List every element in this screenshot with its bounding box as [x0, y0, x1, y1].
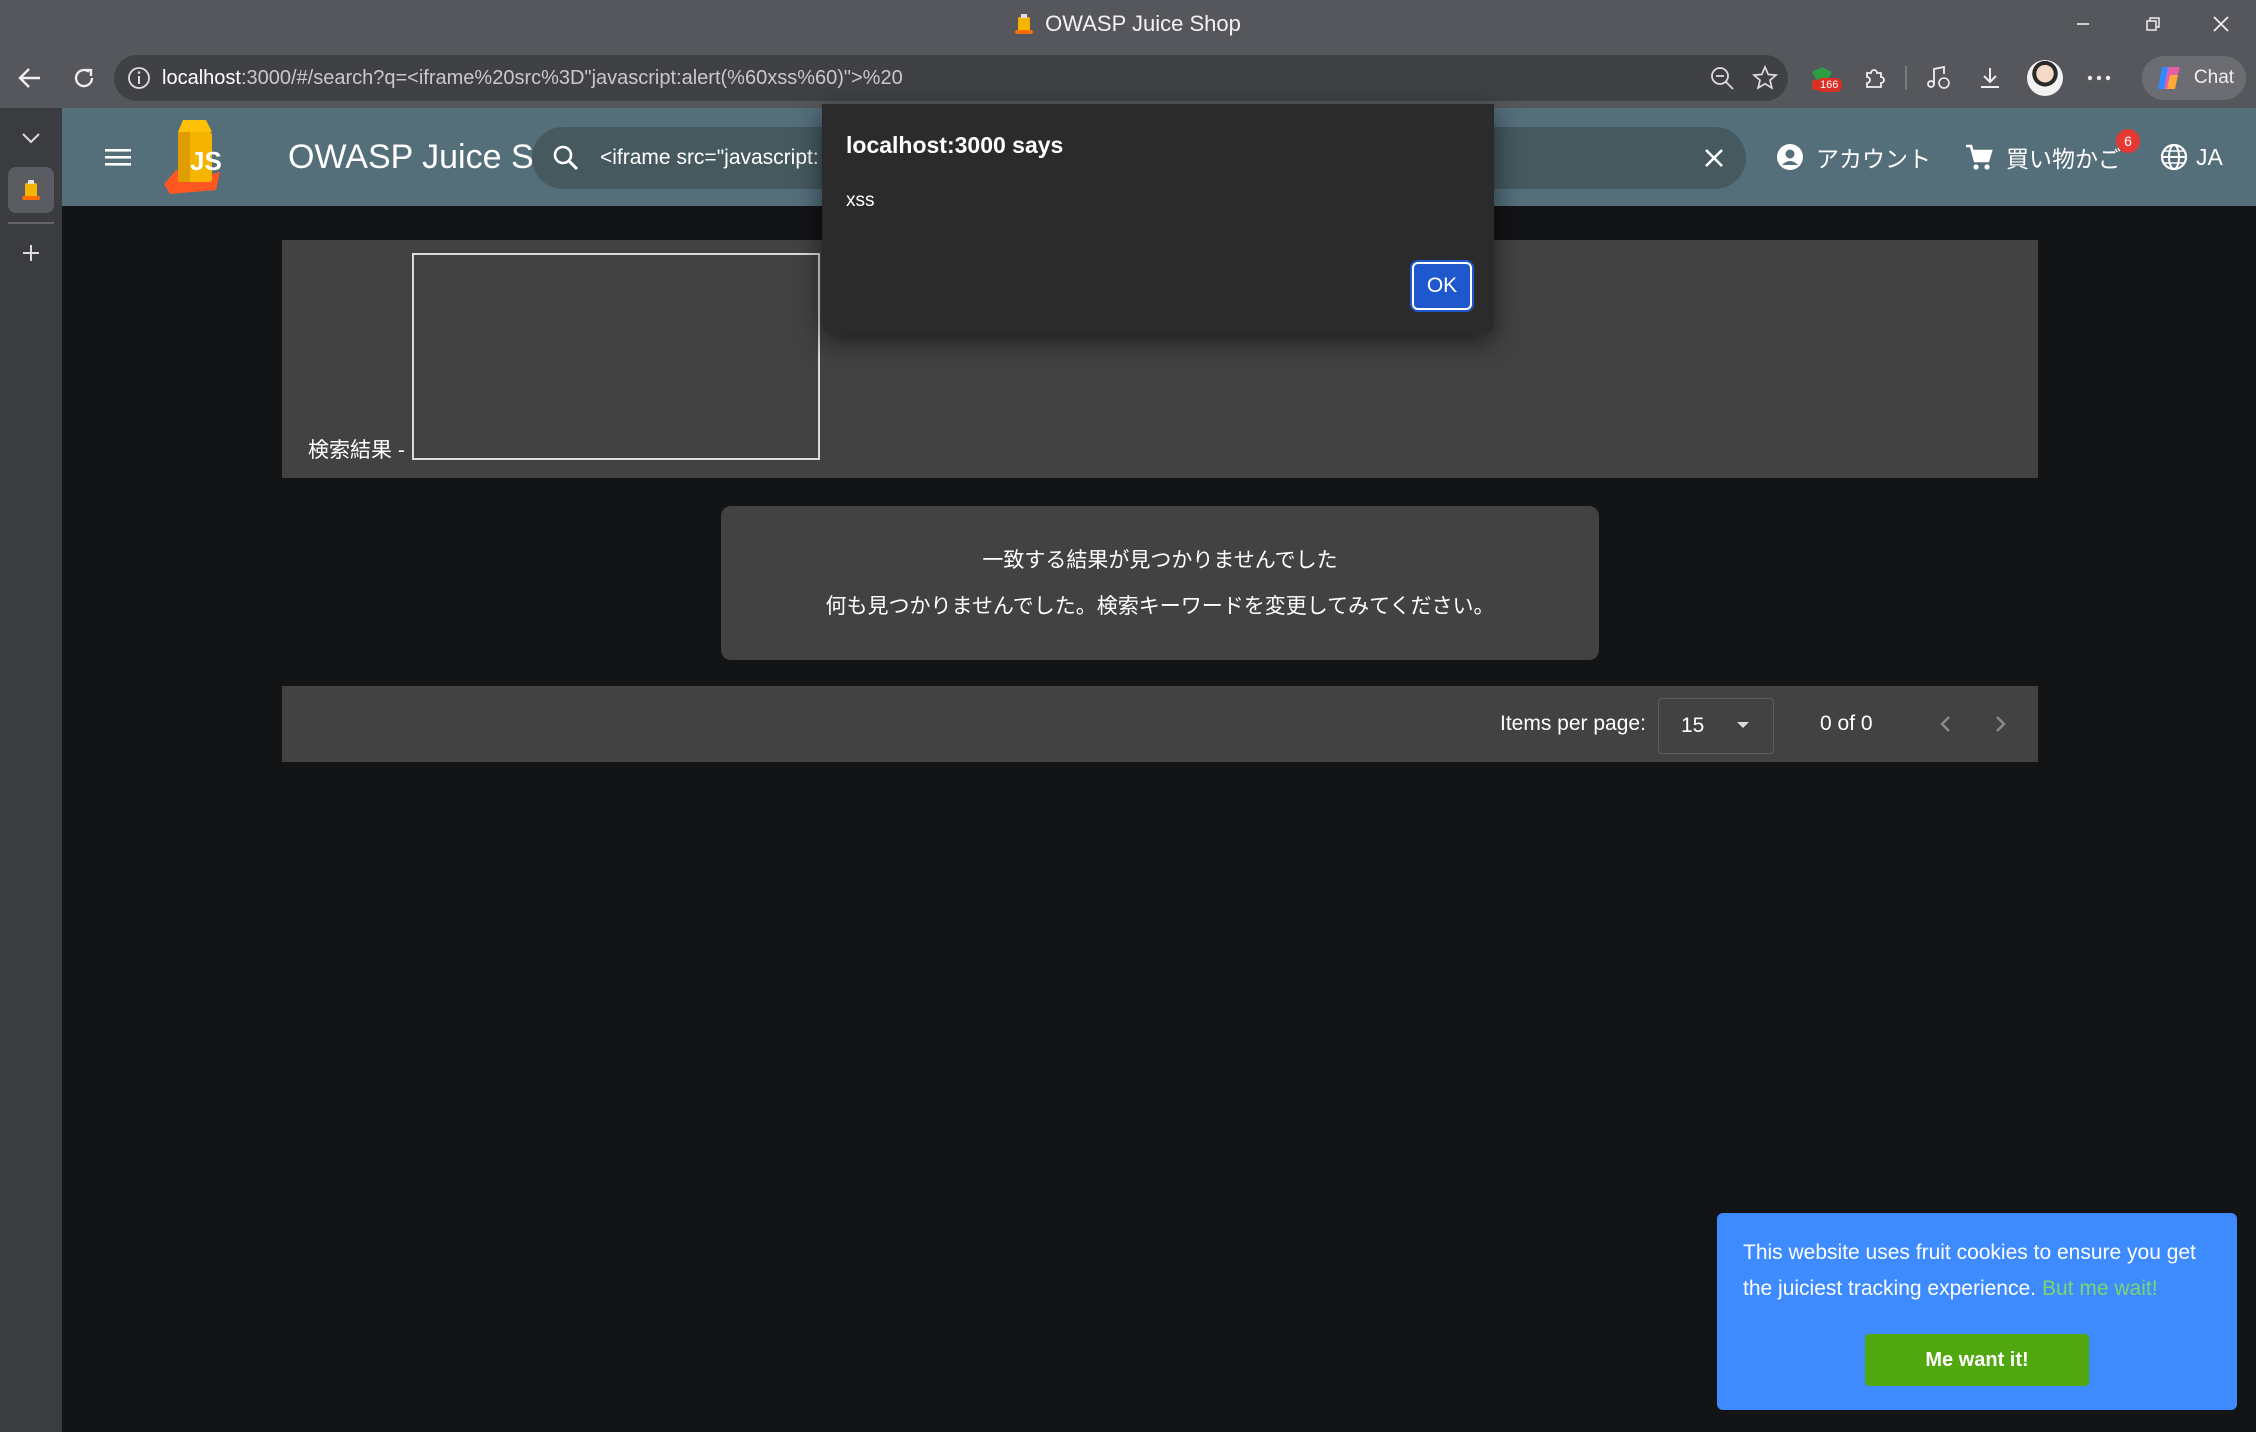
basket-label: 買い物かご: [2006, 146, 2121, 172]
copilot-icon: [2157, 67, 2180, 89]
chevron-down-icon: [22, 133, 40, 144]
previous-page-button[interactable]: [1932, 710, 1960, 738]
window-title-text: OWASP Juice Shop: [1045, 11, 1241, 36]
close-window-button[interactable]: [2186, 0, 2256, 48]
url-host: localhost: [162, 67, 241, 89]
plus-icon: [23, 245, 39, 261]
restore-icon: [2146, 17, 2160, 31]
dropdown-arrow-icon: [1735, 719, 1751, 731]
juice-shop-tab-icon: [22, 180, 40, 200]
language-label: JA: [2196, 143, 2223, 170]
no-results-hint: 何も見つかりませんでした。検索キーワードを変更してみてください。: [825, 595, 1495, 618]
injected-iframe[interactable]: [412, 253, 820, 460]
extensions-button[interactable]: [1852, 56, 1896, 100]
download-icon: [1981, 68, 1999, 88]
globe-icon: [2160, 143, 2188, 171]
items-per-page-label: Items per page:: [1500, 712, 1646, 735]
alert-dialog: localhost:3000 says xss OK: [822, 104, 1494, 334]
close-icon: [2213, 16, 2229, 32]
chevron-right-icon: [1996, 716, 2006, 732]
profile-avatar[interactable]: [2027, 60, 2063, 96]
items-per-page-value: 15: [1681, 714, 1705, 737]
copilot-chat-button[interactable]: Chat: [2142, 56, 2246, 100]
alert-ok-button[interactable]: OK: [1412, 262, 1472, 310]
more-dots-icon: [2087, 75, 2111, 81]
hamburger-menu-icon: [105, 149, 131, 166]
zoom-out-icon[interactable]: [1709, 65, 1735, 91]
tab-owasp-juice-shop[interactable]: [8, 167, 54, 213]
media-control-button[interactable]: [1916, 56, 1960, 100]
collapse-tabs-button[interactable]: [8, 115, 54, 161]
minimize-icon: [2077, 23, 2089, 25]
more-menu-button[interactable]: [2077, 56, 2121, 100]
search-icon: [552, 144, 580, 172]
site-info-icon[interactable]: [126, 65, 152, 91]
basket-count-badge: 6: [2116, 129, 2140, 153]
puzzle-icon: [1866, 69, 1885, 88]
next-page-button[interactable]: [1986, 710, 2014, 738]
paginator: Items per page: 15 0 of 0: [282, 686, 2038, 762]
shopping-cart-icon: [1966, 144, 1993, 170]
window-title: OWASP Juice Shop: [0, 0, 2256, 48]
back-button[interactable]: [8, 56, 52, 100]
restore-button[interactable]: [2118, 0, 2188, 48]
reload-button[interactable]: [62, 56, 106, 100]
cookie-learn-more-link[interactable]: But me wait!: [2042, 1277, 2158, 1300]
music-note-icon: [1927, 65, 1950, 89]
new-tab-button[interactable]: [8, 230, 54, 276]
no-results-title: 一致する結果が見つかりませんでした: [982, 549, 1338, 572]
tab-divider: [8, 222, 54, 224]
chat-label: Chat: [2193, 67, 2235, 88]
account-circle-icon: [1777, 144, 1803, 170]
minimize-button[interactable]: [2048, 0, 2118, 48]
address-bar[interactable]: localhost:3000/#/search?q=<iframe%20src%…: [114, 55, 1788, 101]
language-button[interactable]: JA: [2160, 108, 2223, 206]
svg-text:JS: JS: [190, 146, 222, 176]
alert-dialog-message: xss: [846, 190, 875, 211]
search-results-label: 検索結果 -: [308, 439, 405, 462]
items-per-page-select[interactable]: 15: [1658, 698, 1774, 754]
url-text[interactable]: localhost:3000/#/search?q=<iframe%20src%…: [162, 55, 903, 101]
account-button[interactable]: アカウント: [1776, 108, 1931, 206]
toolbar-divider: [1905, 66, 1907, 90]
alert-dialog-title: localhost:3000 says: [846, 132, 1064, 158]
downloads-button[interactable]: [1968, 56, 2012, 100]
cookie-accept-button[interactable]: Me want it!: [1865, 1334, 2089, 1386]
menu-button[interactable]: [96, 135, 140, 179]
clear-search-button[interactable]: [1700, 144, 1728, 172]
account-label: アカウント: [1816, 146, 1931, 172]
page-range-label: 0 of 0: [1820, 712, 1873, 735]
close-icon: [1705, 149, 1723, 167]
vertical-tab-strip: [0, 108, 62, 1432]
juice-shop-logo-icon[interactable]: JS: [156, 118, 226, 198]
juice-shop-favicon-icon: [1015, 13, 1034, 35]
no-results-card: 一致する結果が見つかりませんでした 何も見つかりませんでした。検索キーワードを変…: [721, 506, 1599, 660]
favorite-star-icon[interactable]: [1751, 64, 1779, 92]
back-arrow-icon: [18, 68, 40, 88]
basket-button[interactable]: 買い物かご: [1964, 108, 2121, 206]
extension-badge: 166: [1816, 78, 1843, 92]
reload-icon: [74, 68, 94, 88]
url-path: :3000/#/search?q=<iframe%20src%3D"javasc…: [240, 67, 903, 89]
cookie-consent-banner: This website uses fruit cookies to ensur…: [1717, 1213, 2237, 1410]
cookie-message: This website uses fruit cookies to ensur…: [1743, 1235, 2223, 1307]
chevron-left-icon: [1940, 716, 1950, 732]
